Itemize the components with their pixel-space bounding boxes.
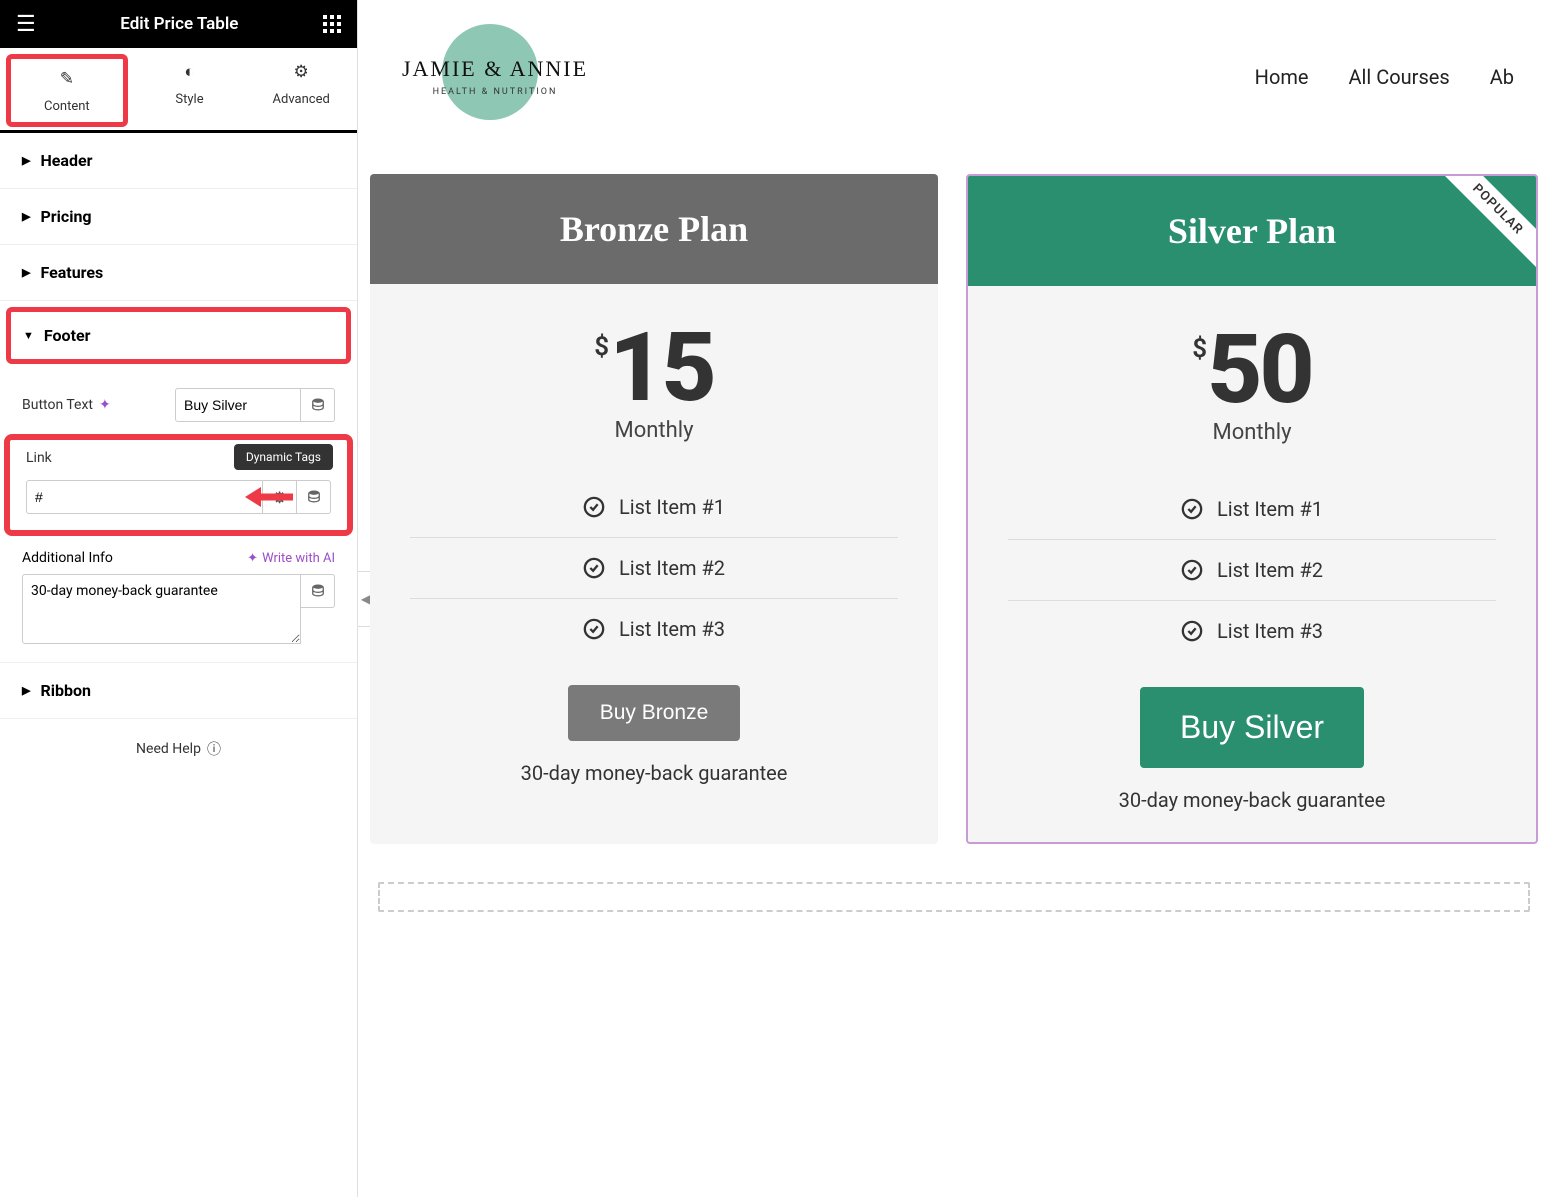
guarantee-text: 30-day money-back guarantee [370,761,938,815]
section-ribbon[interactable]: ▶ Ribbon [0,663,357,718]
tab-advanced[interactable]: ⚙ Advanced [245,48,357,130]
feature-item: List Item #1 [1008,479,1496,540]
pricing-card-silver[interactable]: POPULARSilver Plan$50MonthlyList Item #1… [966,174,1538,844]
section-features[interactable]: ▶ Features [0,245,357,300]
link-input[interactable] [26,480,263,514]
nav-courses[interactable]: All Courses [1349,65,1450,89]
tab-style[interactable]: ◐ Style [134,48,246,130]
section-ribbon-label: Ribbon [40,681,90,700]
tab-advanced-label: Advanced [273,92,330,107]
check-icon [1181,620,1203,642]
button-text-input[interactable] [175,388,301,422]
link-control-annotation: Link Dynamic Tags ⚙ [4,434,353,536]
feature-item: List Item #2 [410,538,898,599]
apps-icon[interactable] [323,15,341,33]
card-period: Monthly [978,420,1526,445]
nav-about[interactable]: Ab [1490,65,1514,89]
additional-info-label: Additional Info [22,550,113,566]
section-pricing-label: Pricing [40,207,91,226]
section-footer[interactable]: ▼ Footer [6,307,351,364]
need-help-link[interactable]: Need Helpⓘ [0,719,357,779]
add-section-placeholder[interactable] [378,882,1530,912]
section-header-label: Header [40,151,92,170]
nav-home[interactable]: Home [1255,65,1309,89]
caret-right-icon: ▶ [22,154,30,167]
help-icon: ⓘ [207,739,221,759]
caret-right-icon: ▶ [22,266,30,279]
link-options-button[interactable]: ⚙ [263,480,297,514]
section-footer-label: Footer [44,326,91,345]
database-icon[interactable] [301,574,335,608]
svg-text:JAMIE & ANNIE: JAMIE & ANNIE [402,56,588,81]
dynamic-tags-tooltip: Dynamic Tags [234,444,333,470]
pencil-icon: ✎ [11,69,123,89]
card-price: $15 [380,320,928,416]
tab-content[interactable]: ✎ Content [6,54,128,127]
site-header: JAMIE & ANNIE HEALTH & NUTRITION Home Al… [358,0,1550,154]
feature-item: List Item #3 [410,599,898,659]
check-icon [583,618,605,640]
check-icon [583,496,605,518]
feature-item: List Item #2 [1008,540,1496,601]
editor-tabs: ✎ Content ◐ Style ⚙ Advanced [0,48,357,133]
section-header[interactable]: ▶ Header [0,133,357,188]
buy-button[interactable]: Buy Silver [1140,687,1364,768]
site-nav: Home All Courses Ab [1255,65,1514,89]
sparkle-icon: ✦ [247,551,258,566]
editor-sidebar: ☰ Edit Price Table ✎ Content ◐ Style ⚙ A… [0,0,358,1197]
caret-down-icon: ▼ [23,329,34,342]
caret-right-icon: ▶ [22,684,30,697]
buy-button[interactable]: Buy Bronze [568,685,741,741]
sidebar-header: ☰ Edit Price Table [0,0,357,48]
card-title: Silver Plan [968,176,1536,286]
database-icon[interactable] [301,388,335,422]
menu-icon[interactable]: ☰ [16,12,36,37]
dynamic-tags-button[interactable] [297,480,331,514]
section-pricing[interactable]: ▶ Pricing [0,189,357,244]
sidebar-title: Edit Price Table [36,14,323,34]
feature-item: List Item #3 [1008,601,1496,661]
check-icon [1181,498,1203,520]
write-with-ai-button[interactable]: ✦Write with AI [247,551,335,566]
card-price: $50 [978,322,1526,418]
sparkle-icon: ✦ [99,397,111,413]
gear-icon: ⚙ [272,488,286,507]
tab-content-label: Content [44,99,90,114]
check-icon [583,557,605,579]
additional-info-textarea[interactable] [22,574,301,644]
caret-right-icon: ▶ [22,210,30,223]
svg-text:HEALTH & NUTRITION: HEALTH & NUTRITION [433,87,558,97]
check-icon [1181,559,1203,581]
section-features-label: Features [40,263,103,282]
guarantee-text: 30-day money-back guarantee [968,788,1536,842]
gear-icon: ⚙ [245,62,357,82]
pricing-card-bronze[interactable]: Bronze Plan$15MonthlyList Item #1List It… [370,174,938,844]
contrast-icon: ◐ [134,62,246,82]
tab-style-label: Style [175,92,203,107]
feature-item: List Item #1 [410,477,898,538]
card-period: Monthly [380,418,928,443]
preview-canvas: ◀ JAMIE & ANNIE HEALTH & NUTRITION Home … [358,0,1550,1197]
button-text-label: Button Text✦ [22,397,175,413]
card-title: Bronze Plan [370,174,938,284]
site-logo[interactable]: JAMIE & ANNIE HEALTH & NUTRITION [380,22,610,132]
